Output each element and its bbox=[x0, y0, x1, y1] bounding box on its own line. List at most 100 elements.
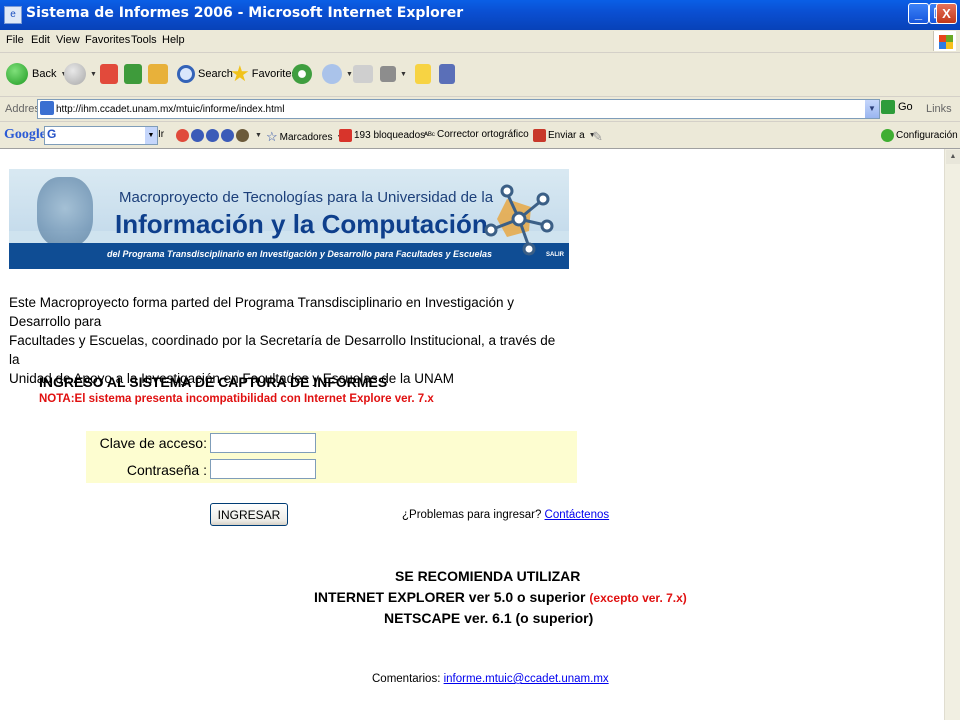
enviar-label: Enviar a bbox=[548, 130, 585, 141]
windows-logo-icon bbox=[933, 31, 956, 51]
globe-icon bbox=[221, 129, 234, 142]
go-button[interactable]: Go bbox=[881, 100, 913, 114]
chevron-down-icon: ▼ bbox=[346, 70, 353, 78]
favorites-label: Favorites bbox=[251, 68, 297, 80]
scroll-up-icon[interactable]: ▲ bbox=[946, 150, 960, 164]
banner-title: Información y la Computación bbox=[115, 209, 488, 239]
history-icon bbox=[292, 64, 312, 84]
puzzle-icon bbox=[236, 129, 249, 142]
go-arrow-icon bbox=[881, 100, 895, 114]
vertical-scrollbar[interactable]: ▲ bbox=[944, 149, 960, 720]
recommend-heading: SE RECOMIENDA UTILIZAR bbox=[395, 568, 581, 584]
google-ir-button[interactable]: Ir bbox=[158, 129, 164, 140]
google-g-icon: G bbox=[47, 127, 57, 141]
login-heading: INGRESO AL SISTEMA DE CAPTURA DE INFORME… bbox=[39, 374, 388, 390]
chevron-down-icon[interactable]: ▼ bbox=[145, 127, 157, 144]
send-to-button[interactable]: Enviar a ▼ bbox=[533, 129, 596, 142]
molecule-icon bbox=[484, 184, 554, 256]
highlighter-button[interactable]: ✎ bbox=[592, 129, 603, 145]
comments-line: Comentarios: informe.mtuic@ccadet.unam.m… bbox=[372, 673, 609, 685]
corrector-label: Corrector ortográfico bbox=[437, 129, 529, 140]
minimize-button[interactable]: _ bbox=[908, 3, 929, 24]
window-title-bar[interactable]: e Sistema de Informes 2006 - Microsoft I… bbox=[0, 0, 960, 30]
pencil-icon: ✎ bbox=[592, 129, 603, 144]
recommend-ie-note: (excepto ver. 7.x) bbox=[589, 591, 687, 605]
edit-icon bbox=[380, 66, 396, 82]
globe-icon bbox=[191, 129, 204, 142]
star-icon: ★ bbox=[230, 61, 250, 86]
password-input[interactable] bbox=[210, 459, 316, 479]
google-search-input[interactable]: G ▼ bbox=[44, 126, 158, 145]
refresh-icon bbox=[124, 64, 142, 84]
intro-line1: Este Macroproyecto forma parted del Prog… bbox=[9, 295, 514, 329]
chevron-down-icon: ▼ bbox=[400, 70, 407, 78]
marcadores-button[interactable]: ☆ Marcadores ▼ bbox=[266, 129, 343, 145]
search-icon bbox=[177, 65, 195, 83]
address-field[interactable]: ▼ bbox=[37, 99, 880, 119]
google-icons-group[interactable]: ▼ bbox=[176, 129, 262, 142]
google-toolbar: Google G ▼ Ir ▼ ☆ Marcadores ▼ 193 bloqu… bbox=[0, 122, 960, 149]
contact-link[interactable]: Contáctenos bbox=[545, 509, 610, 521]
menu-view[interactable]: View bbox=[56, 34, 80, 46]
stop-icon bbox=[100, 64, 118, 84]
back-arrow-icon bbox=[6, 63, 28, 85]
go-label: Go bbox=[898, 101, 913, 113]
forward-button[interactable]: ▼ bbox=[64, 61, 97, 87]
popup-blocker-icon bbox=[339, 129, 352, 142]
bloqueados-label: 193 bloqueados bbox=[354, 130, 426, 141]
search-label: Search bbox=[198, 68, 233, 80]
recommend-ie: INTERNET EXPLORER ver 5.0 o superior (ex… bbox=[314, 589, 687, 605]
intro-line2: Facultades y Escuelas, coordinado por la… bbox=[9, 333, 556, 367]
history-button[interactable] bbox=[292, 61, 312, 87]
comments-label: Comentarios: bbox=[372, 673, 441, 685]
spellcheck-icon: ᴬᴮᶜ bbox=[424, 129, 435, 140]
google-logo-text: Google bbox=[4, 127, 46, 142]
login-help: ¿Problemas para ingresar? Contáctenos bbox=[402, 509, 609, 521]
send-icon bbox=[533, 129, 546, 142]
recommend-netscape: NETSCAPE ver. 6.1 (o superior) bbox=[384, 610, 594, 626]
discuss-button[interactable] bbox=[415, 61, 431, 87]
ingresar-button[interactable]: INGRESAR bbox=[210, 503, 288, 526]
links-button[interactable]: Links bbox=[926, 103, 952, 115]
banner-subtitle: del Programa Transdisciplinario en Inves… bbox=[107, 249, 492, 259]
forward-arrow-icon bbox=[64, 63, 86, 85]
spellcheck-button[interactable]: ᴬᴮᶜ Corrector ortográfico ▼ bbox=[424, 129, 540, 140]
back-button[interactable]: Back ▼ bbox=[6, 61, 67, 87]
printer-icon bbox=[353, 65, 373, 83]
access-key-input[interactable] bbox=[210, 433, 316, 453]
notepad-icon bbox=[415, 64, 431, 84]
configuracion-button[interactable]: Configuración ▼ bbox=[881, 129, 960, 142]
menu-bar: File Edit View Favorites Tools Help bbox=[0, 30, 960, 53]
home-icon bbox=[148, 64, 168, 84]
problems-text: ¿Problemas para ingresar? bbox=[402, 509, 542, 521]
stop-button[interactable] bbox=[100, 61, 118, 87]
edit-button[interactable]: ▼ bbox=[380, 61, 407, 87]
popup-blocker-button[interactable]: 193 bloqueados bbox=[339, 129, 425, 142]
recommend-ie-text: INTERNET EXPLORER ver 5.0 o superior bbox=[314, 589, 586, 605]
standard-toolbar: Back ▼ ▼ Search ★ Favorites ▼ ▼ bbox=[0, 53, 960, 97]
address-input[interactable] bbox=[56, 100, 856, 118]
close-button[interactable]: X bbox=[936, 3, 957, 24]
menu-tools[interactable]: Tools bbox=[131, 34, 157, 46]
mail-button[interactable]: ▼ bbox=[322, 61, 353, 87]
chevron-down-icon[interactable]: ▼ bbox=[865, 100, 879, 118]
menu-favorites[interactable]: Favorites bbox=[85, 34, 130, 46]
search-button[interactable]: Search bbox=[177, 61, 233, 87]
login-form: Clave de acceso: Contraseña : bbox=[86, 431, 577, 483]
print-button[interactable] bbox=[353, 61, 373, 87]
menu-help[interactable]: Help bbox=[162, 34, 185, 46]
refresh-button[interactable] bbox=[124, 61, 142, 87]
research-icon bbox=[439, 64, 455, 84]
research-button[interactable] bbox=[439, 61, 455, 87]
password-label: Contraseña : bbox=[126, 462, 207, 478]
mail-icon bbox=[322, 64, 342, 84]
menu-edit[interactable]: Edit bbox=[31, 34, 50, 46]
chevron-down-icon: ▼ bbox=[90, 70, 97, 78]
compatibility-note: NOTA:El sistema presenta incompatibilida… bbox=[39, 393, 434, 405]
google-logo[interactable]: Google bbox=[4, 127, 46, 143]
home-button[interactable] bbox=[148, 61, 168, 87]
menu-file[interactable]: File bbox=[6, 34, 24, 46]
chevron-down-icon: ▼ bbox=[255, 132, 262, 139]
comments-email-link[interactable]: informe.mtuic@ccadet.unam.mx bbox=[444, 673, 609, 685]
favorites-button[interactable]: ★ Favorites bbox=[230, 61, 297, 87]
